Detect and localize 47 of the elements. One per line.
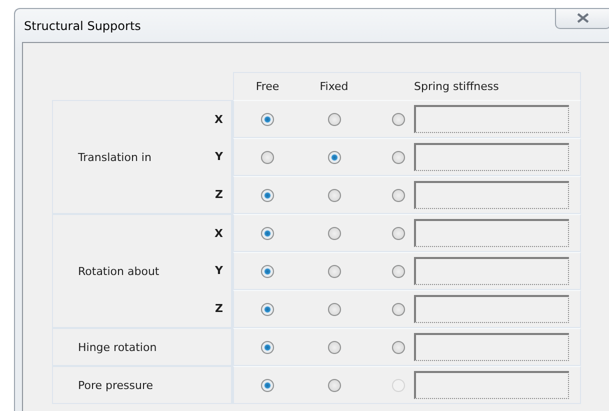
radio-button[interactable] <box>328 150 340 164</box>
radio-button[interactable] <box>328 264 340 278</box>
column-header: Free <box>254 80 280 93</box>
column-header: Spring stiffness <box>414 80 500 93</box>
input-field[interactable] <box>414 143 569 171</box>
input-field[interactable] <box>414 257 569 285</box>
radio-button[interactable] <box>328 378 340 392</box>
radio-button[interactable] <box>392 226 405 240</box>
radio-button[interactable] <box>261 150 274 164</box>
radio-button[interactable] <box>328 112 340 126</box>
radio-button[interactable] <box>261 302 274 316</box>
radio-button[interactable] <box>392 302 405 316</box>
input-field[interactable] <box>414 295 569 323</box>
window-title: Structural Supports <box>24 18 141 32</box>
radio-button[interactable] <box>261 264 274 278</box>
input-field[interactable] <box>414 219 569 247</box>
radio-button[interactable] <box>328 226 340 240</box>
close-icon <box>577 13 589 23</box>
radio-button[interactable] <box>328 188 340 202</box>
group-label: Rotation about <box>77 264 160 278</box>
axis-label: Z <box>214 302 224 315</box>
input-field[interactable] <box>414 181 569 209</box>
radio-button[interactable] <box>261 188 274 202</box>
input-field[interactable] <box>414 371 569 399</box>
column-header: Fixed <box>318 80 350 93</box>
radio-button[interactable] <box>392 264 405 278</box>
axis-label: X <box>214 113 224 126</box>
radio-button[interactable] <box>261 226 274 240</box>
radio-button[interactable] <box>261 378 274 392</box>
radio-button[interactable] <box>261 112 274 126</box>
radio-button[interactable] <box>328 340 340 354</box>
group-label: Hinge rotation <box>77 340 158 354</box>
input-field[interactable] <box>414 105 569 133</box>
radio-button[interactable] <box>392 150 405 164</box>
radio-button[interactable] <box>261 340 274 354</box>
axis-label: Y <box>214 264 224 278</box>
close-button[interactable] <box>555 9 609 29</box>
axis-label: X <box>214 227 224 240</box>
input-field[interactable] <box>414 333 569 361</box>
radio-button[interactable] <box>392 340 405 354</box>
radio-button[interactable] <box>328 302 340 316</box>
group-label: Translation in <box>77 150 152 164</box>
radio-button[interactable] <box>392 112 405 126</box>
axis-label: Z <box>214 188 224 201</box>
group-label: Pore pressure <box>77 378 154 392</box>
radio-button[interactable] <box>392 188 405 202</box>
axis-label: Y <box>214 150 224 164</box>
